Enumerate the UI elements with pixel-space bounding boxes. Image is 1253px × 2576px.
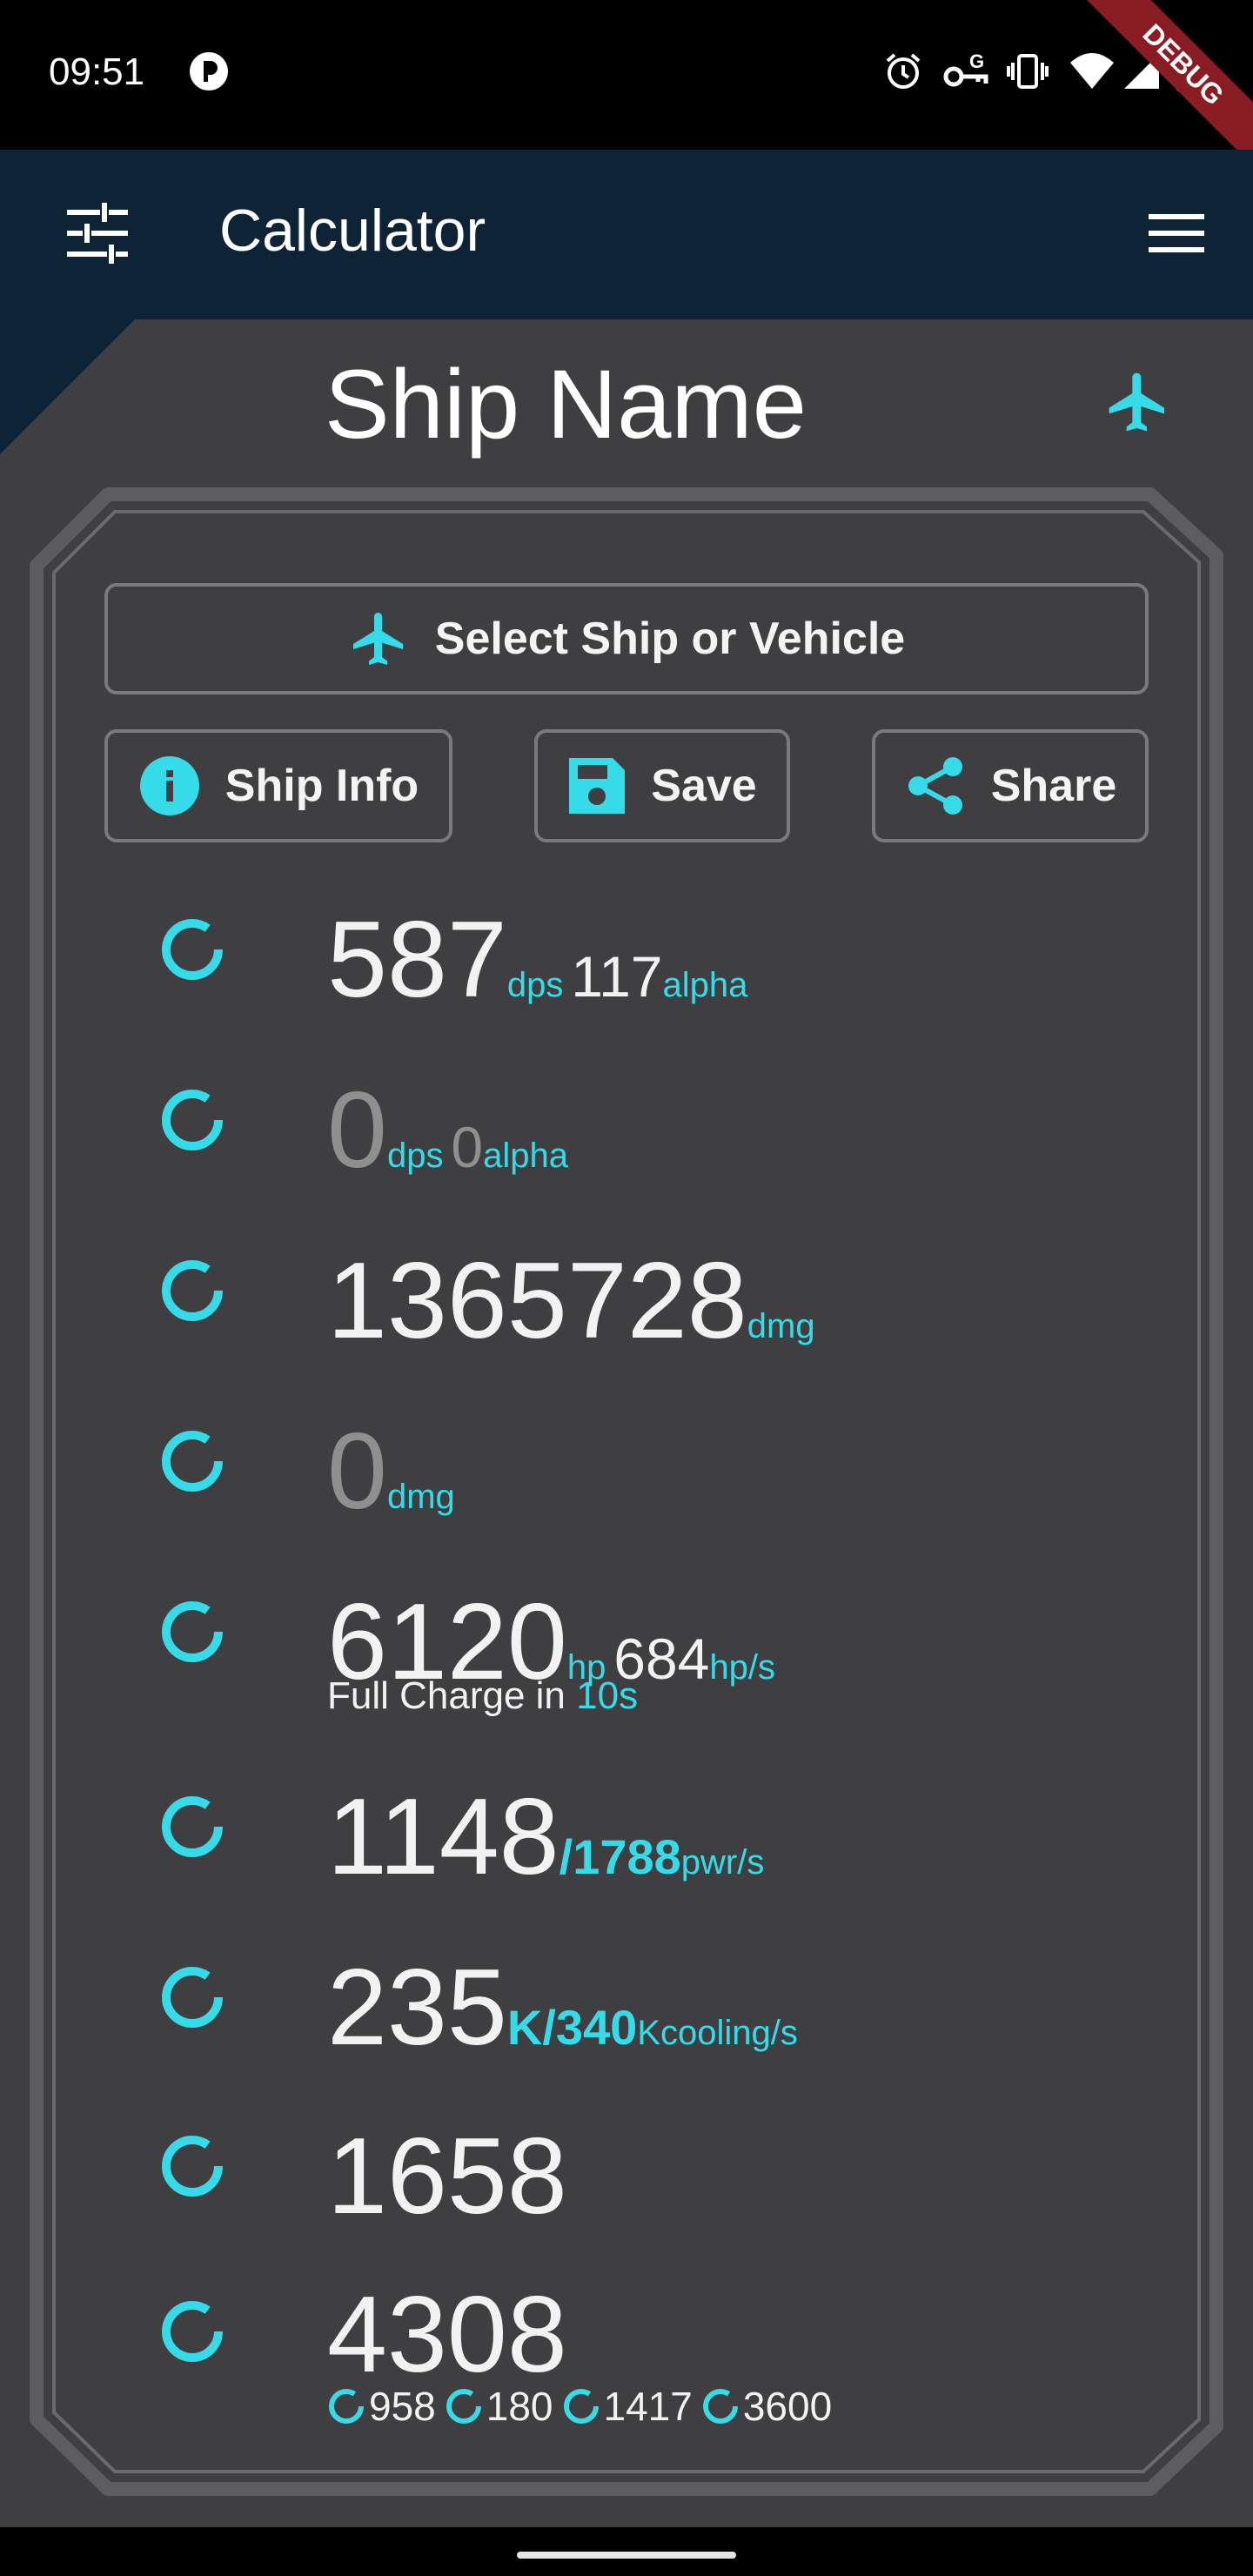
stat-row-shield: 6120hp 684hp/s Full Charge in 10s (0, 1580, 1253, 1737)
hull-parts-row: 958 180 1417 3600 (327, 2383, 841, 2430)
vpn-key-icon: G (941, 50, 990, 97)
status-time: 09:51 (49, 50, 145, 93)
hull-value: 4308 (327, 2275, 567, 2395)
spinner-icon (162, 919, 223, 980)
spinner-icon (329, 2389, 364, 2424)
spinner-icon (162, 1260, 223, 1321)
damage-unit: dmg (747, 1307, 815, 1345)
spinner-icon (162, 1601, 223, 1662)
hull-part: 180 (445, 2383, 553, 2430)
vibrate-icon (1006, 50, 1049, 97)
share-label: Share (990, 761, 1117, 811)
hull-part-value: 3600 (742, 2384, 833, 2429)
info-icon (139, 756, 199, 815)
wifi-icon (1069, 50, 1116, 97)
home-gesture-handle[interactable] (517, 2552, 736, 2559)
hull-part: 1417 (562, 2383, 693, 2430)
spinner-icon (162, 1967, 223, 2028)
app-bar: Calculator (0, 150, 1253, 319)
spinner-icon (563, 2389, 599, 2424)
weapons-alpha-unit: alpha (662, 966, 748, 1004)
menu-icon[interactable] (1147, 212, 1206, 258)
weapons-dps-value: 587 (327, 900, 507, 1020)
airplane-icon[interactable] (1103, 367, 1173, 441)
save-label: Save (651, 761, 757, 811)
weapons-alpha-value: 117 (571, 944, 663, 1009)
secondary-alpha-value: 0 (451, 1115, 484, 1179)
hull-part: 958 (327, 2383, 436, 2430)
damage-value: 1365728 (327, 1241, 747, 1361)
secondary-dps-unit: dps (386, 1137, 444, 1175)
stat-row-power: 1148/1788pwr/s (0, 1775, 1253, 1906)
stat-row-secondary-damage: 0dmg (0, 1410, 1253, 1540)
power-value: 1148 (327, 1777, 559, 1897)
stat-row-secondary-weapons: 0dps 0alpha (0, 1069, 1253, 1199)
secondary-dps-value: 0 (327, 1070, 387, 1191)
save-button[interactable]: Save (534, 729, 790, 842)
secondary-damage-value: 0 (327, 1412, 387, 1532)
single-stat-value: 1658 (327, 2116, 567, 2237)
ship-info-label: Ship Info (224, 761, 419, 811)
tune-icon[interactable] (66, 202, 129, 269)
ship-name-title: Ship Name (324, 350, 807, 459)
power-unit: pwr/s (680, 1843, 765, 1882)
share-icon (908, 757, 962, 815)
ship-info-button[interactable]: Ship Info (104, 729, 452, 842)
cooling-capacity: K/340 (506, 2000, 638, 2055)
spinner-icon (162, 2301, 223, 2362)
full-charge-prefix: Full Charge in (327, 1674, 566, 1717)
hull-part-value: 180 (486, 2384, 553, 2429)
secondary-alpha-unit: alpha (483, 1137, 568, 1175)
app-status-icon (188, 50, 230, 97)
stat-row-single-value: 1658 (0, 2115, 1253, 2245)
spinner-icon (702, 2389, 738, 2424)
cooling-value: 235 (327, 1948, 507, 2068)
spinner-icon (162, 1090, 223, 1150)
save-icon (569, 758, 626, 814)
shield-regen-unit: hp/s (709, 1648, 775, 1687)
spinner-icon (162, 1431, 223, 1492)
stat-row-damage: 1365728dmg (0, 1239, 1253, 1370)
spinner-icon (162, 2136, 223, 2197)
share-button[interactable]: Share (872, 729, 1149, 842)
alarm-icon (882, 50, 924, 97)
select-ship-label: Select Ship or Vehicle (434, 614, 906, 664)
hull-part-value: 1417 (603, 2384, 693, 2429)
airplane-icon (352, 613, 403, 665)
spinner-icon (162, 1796, 223, 1857)
hull-part-value: 958 (369, 2384, 436, 2429)
weapons-dps-unit: dps (506, 966, 564, 1004)
stat-row-weapons: 587dps 117alpha (0, 898, 1253, 1029)
hull-part: 3600 (701, 2383, 832, 2430)
cooling-unit: Kcooling/s (637, 2014, 798, 2052)
full-charge-time: 10s (576, 1674, 639, 1717)
stat-row-cooling: 235K/340Kcooling/s (0, 1946, 1253, 2076)
power-capacity: /1788 (559, 1829, 681, 1884)
secondary-damage-unit: dmg (386, 1478, 455, 1516)
status-bar: 09:51 G DEBUG (0, 0, 1253, 167)
shield-full-charge: Full Charge in 10s (327, 1674, 638, 1718)
select-ship-button[interactable]: Select Ship or Vehicle (104, 583, 1149, 694)
svg-text:G: G (969, 50, 984, 72)
app-bar-title: Calculator (219, 198, 486, 264)
spinner-icon (446, 2389, 481, 2424)
